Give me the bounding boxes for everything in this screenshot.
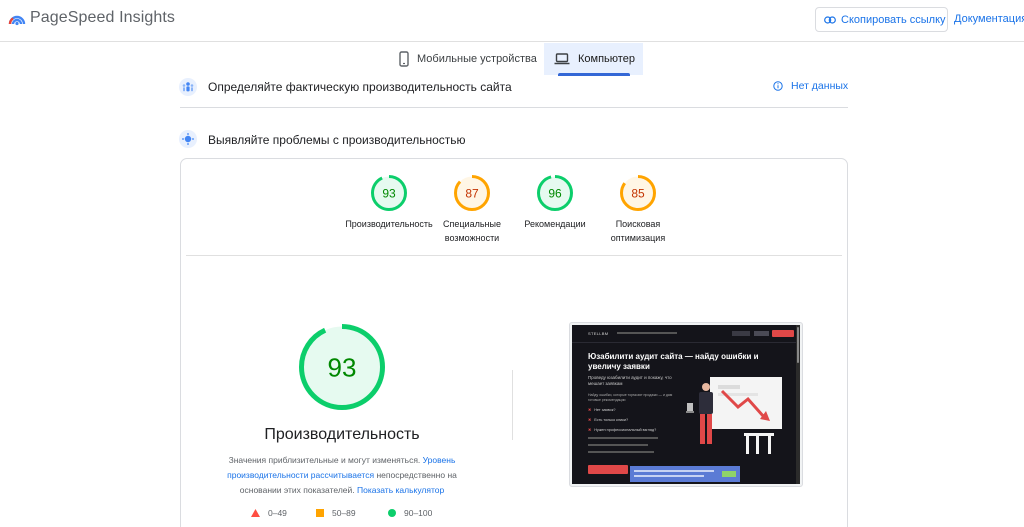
legend-average: 50–89 [316, 508, 356, 518]
pagespeed-logo-icon [8, 15, 26, 26]
top-bar: PageSpeed Insights Скопировать ссылку До… [0, 0, 1024, 42]
score-gauge-best-practices[interactable]: 96 [537, 175, 573, 211]
laptop-icon [554, 53, 570, 65]
preview-illustration [686, 377, 782, 454]
preview-bullet-text: Нет заявок? [594, 407, 616, 412]
no-data-label: Нет данных [791, 80, 849, 92]
preview-nav-links [617, 332, 677, 334]
performance-main-gauge: 93 [299, 324, 385, 410]
preview-cta-button [588, 465, 628, 474]
preview-logo: STELLBM [588, 331, 609, 336]
circle-icon [388, 509, 396, 517]
legend-pass: 90–100 [388, 508, 432, 518]
gauge-score-value: 93 [328, 352, 357, 382]
preview-bullet-text: Нужен профессиональный взгляд? [594, 427, 657, 432]
preview-subtitle: Проведу юзабилити аудит и покажу, что ме… [588, 375, 672, 386]
cross-icon: ✖ [588, 418, 592, 422]
score-gauge-seo[interactable]: 85 [620, 175, 656, 211]
preview-bullet: ✖ Нет заявок? [588, 407, 616, 413]
copy-link-button[interactable]: Скопировать ссылку [815, 7, 948, 32]
performance-title: Производительность [264, 426, 420, 443]
lab-flask-icon [179, 130, 197, 148]
preview-bullet: ✖ Есть только клики? [588, 417, 629, 423]
show-calculator-link[interactable]: Показать калькулятор [357, 485, 444, 495]
gauge-score-value: 96 [548, 186, 562, 200]
crux-people-icon [179, 78, 197, 96]
preview-navbar: STELLBM [572, 325, 800, 343]
tab-mobile-label: Мобильные устройства [417, 53, 537, 65]
preview-line [588, 451, 654, 453]
smartphone-icon [399, 51, 409, 67]
legend-average-range: 50–89 [332, 508, 356, 518]
score-gauge-performance[interactable]: 93 [371, 175, 407, 211]
score-label-seo: Поисковая оптимизация [610, 219, 666, 243]
copy-link-label: Скопировать ссылку [841, 13, 946, 26]
tab-desktop[interactable]: Компьютер [544, 43, 643, 75]
preview-small-text: Найду ошибки, которые тормозят продажи —… [588, 393, 673, 402]
legend-pass-range: 90–100 [404, 508, 433, 518]
tab-desktop-label: Компьютер [578, 53, 635, 65]
preview-banner-text [634, 475, 704, 477]
lab-data-title: Выявляйте проблемы с производительностью [208, 133, 466, 147]
preview-nav-icons [754, 331, 769, 336]
gauge-score-value: 85 [631, 186, 645, 200]
preview-nav-contact [732, 331, 750, 336]
vertical-separator [512, 370, 513, 440]
preview-bullet: ✖ Нужен профессиональный взгляд? [588, 427, 657, 433]
triangle-icon [251, 509, 260, 517]
active-tab-indicator [558, 73, 630, 76]
legend-fail-range: 0–49 [268, 508, 287, 518]
link-icon [824, 15, 836, 24]
preview-scroll-thumb [797, 327, 799, 363]
preview-banner-text [634, 470, 714, 472]
preview-line [588, 437, 658, 439]
preview-cookie-banner [630, 466, 740, 482]
section-divider [180, 107, 848, 108]
gauge-score-value: 93 [382, 186, 396, 200]
score-description: Значения приблизительные и могут изменят… [210, 453, 474, 498]
square-icon [316, 509, 324, 517]
card-divider [186, 255, 842, 256]
preview-banner-ok [722, 471, 736, 477]
info-icon [773, 81, 783, 91]
legend-fail: 0–49 [251, 508, 287, 518]
preview-line [588, 444, 648, 446]
no-data-status[interactable]: Нет данных [773, 80, 848, 92]
app-title: PageSpeed Insights [30, 9, 176, 26]
score-gauge-accessibility[interactable]: 87 [454, 175, 490, 211]
field-data-title: Определяйте фактическую производительнос… [208, 80, 512, 94]
cross-icon: ✖ [588, 408, 592, 412]
preview-bullet-text: Есть только клики? [594, 417, 629, 422]
tab-mobile[interactable]: Мобильные устройства [393, 43, 541, 75]
preview-heading: Юзабилити аудит сайта — найду ошибки и у… [588, 352, 759, 371]
preview-nav-button [772, 330, 794, 337]
gauge-score-value: 87 [465, 186, 479, 200]
page-screenshot[interactable]: STELLBM Юзабилити аудит сайта — найду ош… [572, 325, 800, 484]
docs-link[interactable]: Документация [954, 13, 1024, 25]
cross-icon: ✖ [588, 428, 592, 432]
description-text-1: Значения приблизительные и могут изменят… [228, 455, 423, 465]
